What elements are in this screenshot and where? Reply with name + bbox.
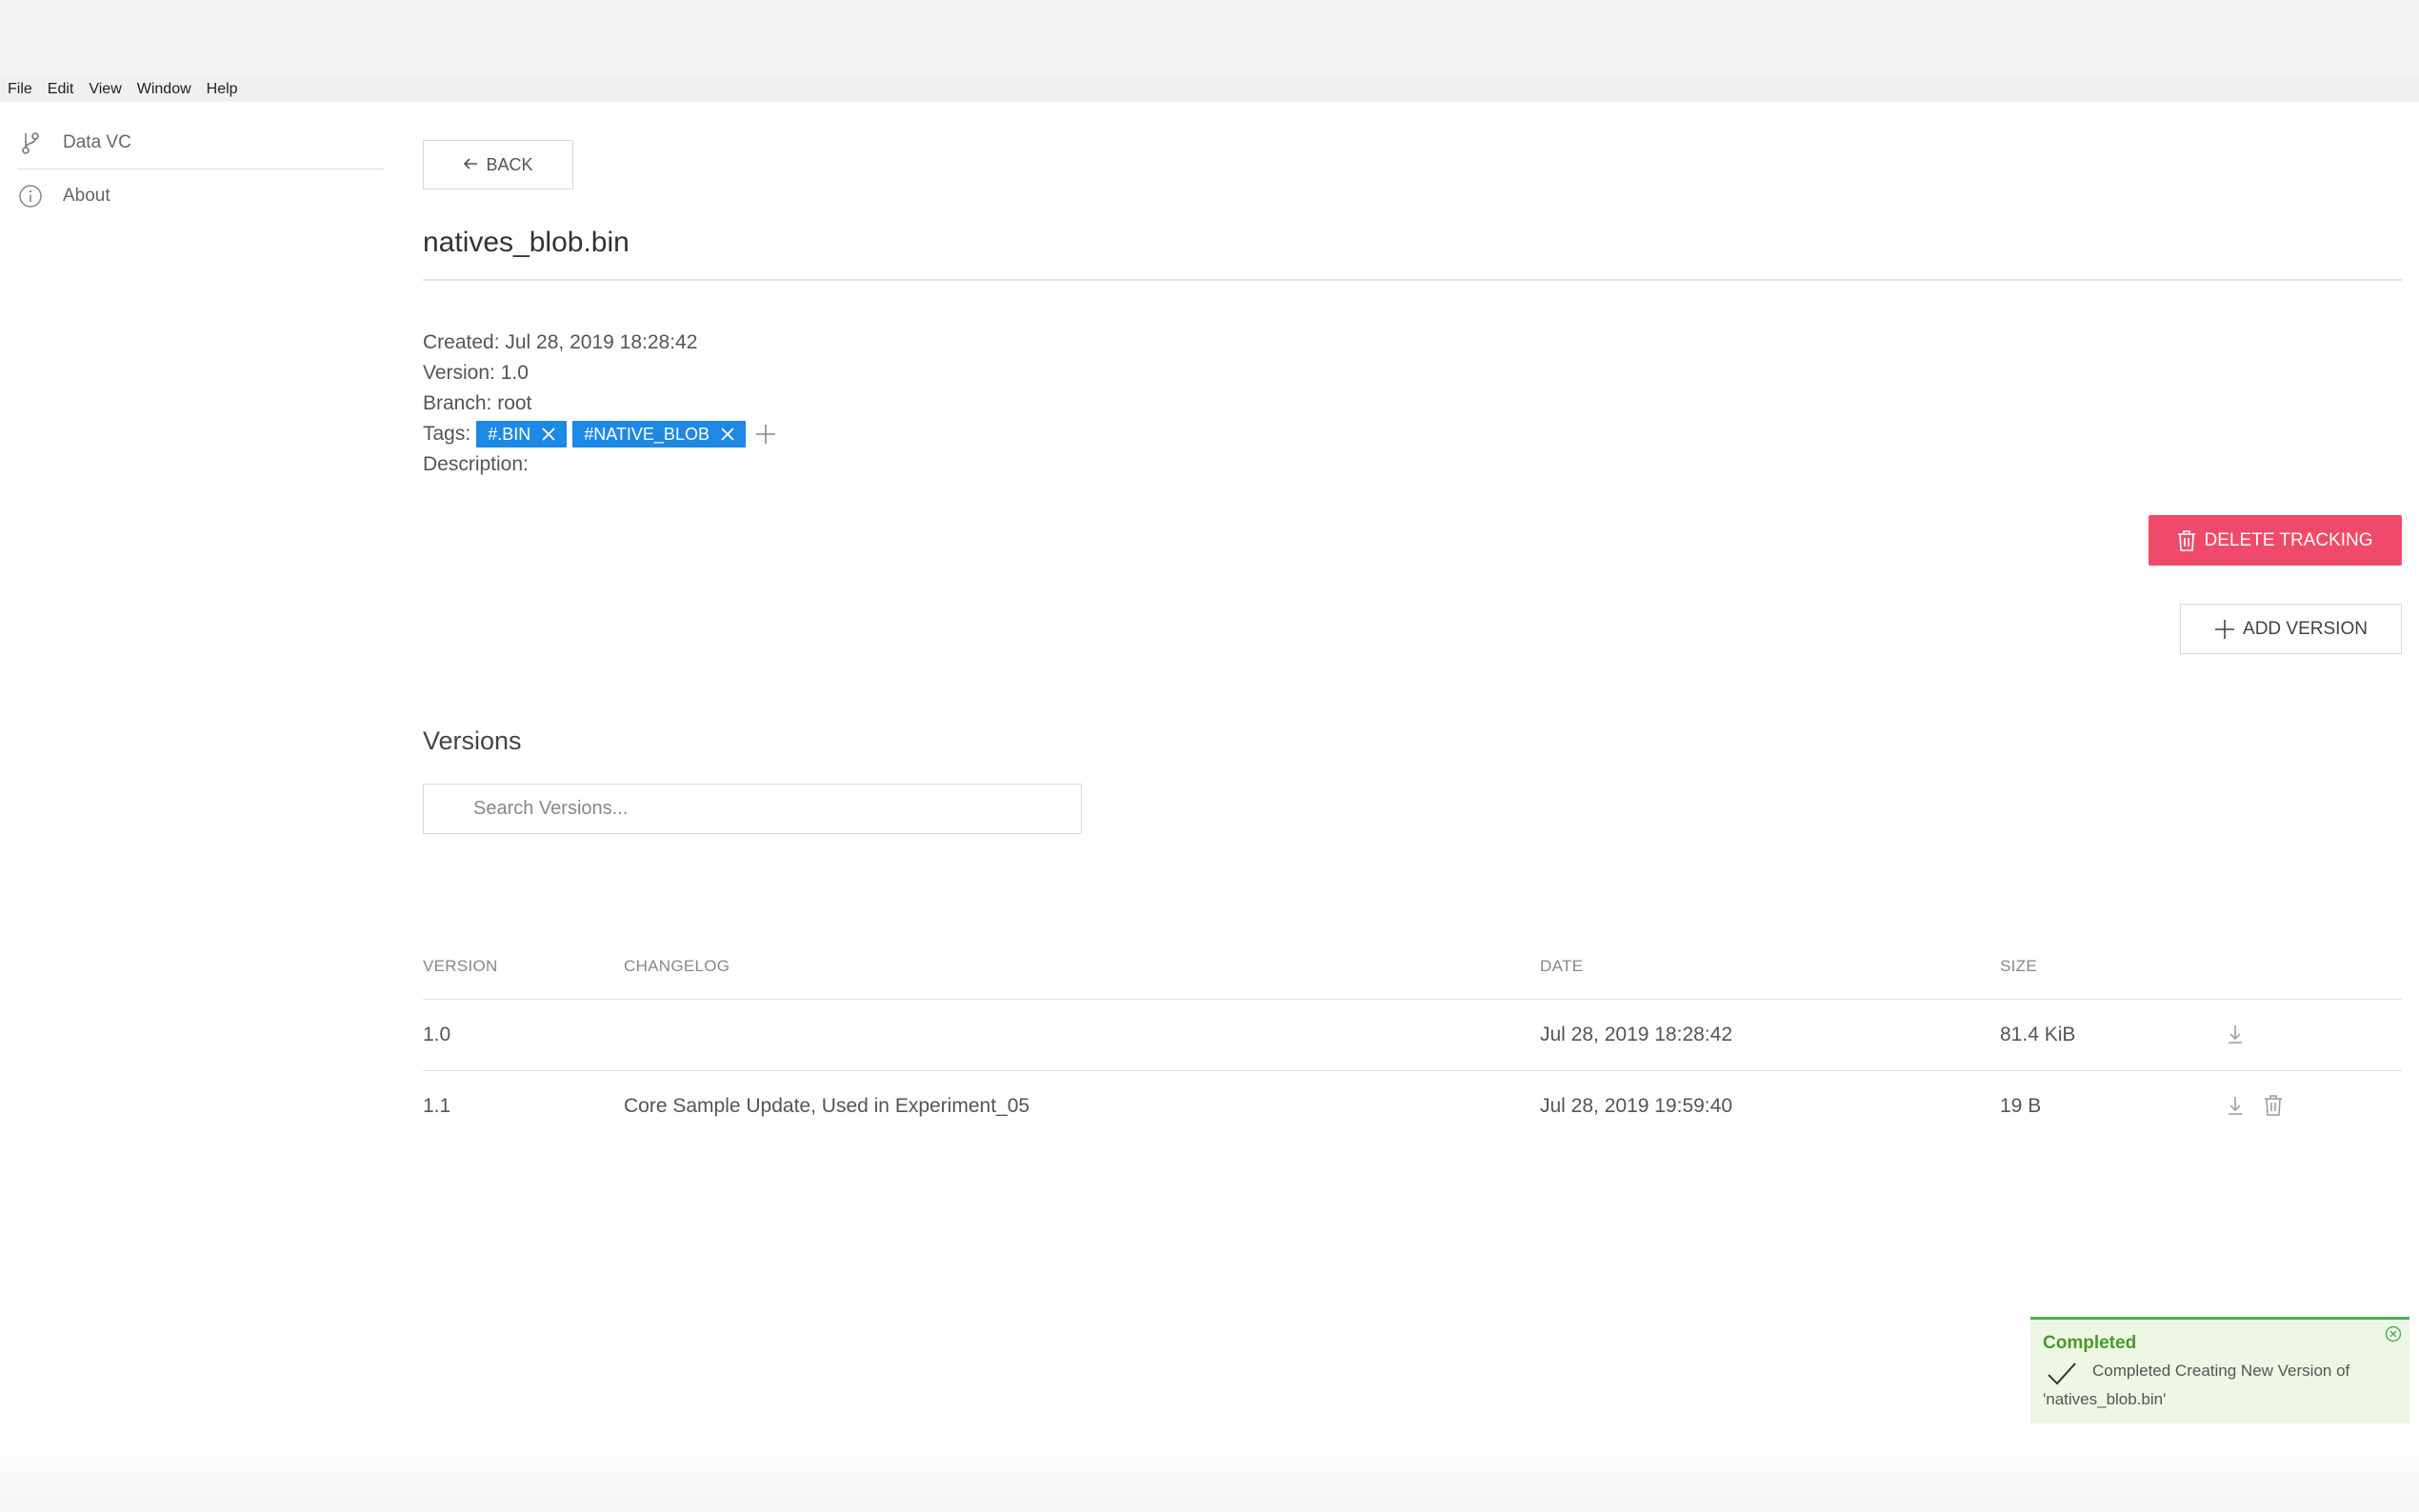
table-row: 1.1 Core Sample Update, Used in Experime… — [423, 1071, 2402, 1143]
tag-label: #NATIVE_BLOB — [584, 425, 710, 444]
row-actions — [2221, 1090, 2297, 1121]
file-metadata: Created: Jul 28, 2019 18:28:42 Version: … — [423, 328, 778, 480]
sidebar: Data VC About — [0, 102, 386, 1435]
close-icon[interactable] — [540, 426, 557, 443]
menu-window[interactable]: Window — [137, 81, 191, 98]
toast-title: Completed — [2043, 1333, 2137, 1353]
add-tag-icon[interactable] — [753, 422, 778, 447]
trash-icon[interactable] — [2259, 1090, 2288, 1121]
column-header-size: SIZE — [2000, 957, 2037, 975]
table-header: VERSION CHANGELOG DATE SIZE — [423, 943, 2402, 1000]
cell-date: Jul 28, 2019 19:59:40 — [1540, 1095, 1733, 1117]
description-label: Description: — [423, 453, 529, 475]
branch-text: Branch: root — [423, 392, 532, 414]
versions-table: VERSION CHANGELOG DATE SIZE 1.0 Jul 28, … — [423, 943, 2402, 1143]
tag-chip[interactable]: #.BIN — [476, 421, 568, 448]
toast-message: Completed Creating New Version of — [2092, 1362, 2350, 1380]
created-text: Created: Jul 28, 2019 18:28:42 — [423, 331, 698, 353]
toast-body: Completed Creating New Version of — [2043, 1362, 2409, 1388]
sidebar-item-label: About — [63, 186, 110, 206]
download-icon[interactable] — [2221, 1090, 2249, 1121]
column-header-date: DATE — [1540, 957, 1584, 975]
back-button[interactable]: BACK — [423, 140, 573, 189]
add-version-button[interactable]: ADD VERSION — [2180, 604, 2402, 654]
cell-size: 19 B — [2000, 1095, 2042, 1117]
trash-icon — [2177, 529, 2196, 552]
notification-toast: Completed Completed Creating New Version… — [2030, 1317, 2409, 1423]
menu-edit[interactable]: Edit — [48, 81, 74, 98]
delete-tracking-label: DELETE TRACKING — [2204, 529, 2373, 550]
search-input[interactable] — [423, 784, 1082, 834]
window-titlebar — [0, 0, 2419, 76]
arrow-left-icon — [463, 155, 478, 175]
menu-bar: File Edit View Window Help — [0, 76, 2419, 102]
version-text: Version: 1.0 — [423, 362, 529, 384]
cell-size: 81.4 KiB — [2000, 1024, 2076, 1045]
close-icon[interactable] — [2385, 1325, 2402, 1343]
cell-version: 1.1 — [423, 1095, 451, 1117]
menu-view[interactable]: View — [89, 81, 121, 98]
tags-label: Tags: — [423, 423, 471, 445]
sidebar-item-about[interactable]: About — [17, 171, 384, 221]
add-version-label: ADD VERSION — [2243, 618, 2368, 639]
menu-file[interactable]: File — [8, 81, 32, 98]
check-icon — [2047, 1362, 2079, 1388]
column-header-changelog: CHANGELOG — [624, 957, 730, 975]
title-divider — [423, 279, 2402, 281]
branch-icon — [17, 129, 44, 156]
sidebar-item-data-vc[interactable]: Data VC — [17, 116, 384, 169]
page-title: natives_blob.bin — [423, 227, 630, 258]
row-actions — [2221, 1019, 2259, 1049]
cell-date: Jul 28, 2019 18:28:42 — [1540, 1024, 1733, 1045]
back-button-label: BACK — [486, 154, 533, 174]
close-icon[interactable] — [719, 426, 736, 443]
versions-heading: Versions — [423, 726, 522, 755]
toast-message-filename: 'natives_blob.bin' — [2043, 1390, 2167, 1408]
menu-help[interactable]: Help — [207, 81, 238, 98]
info-icon — [17, 183, 44, 209]
footer-area — [0, 1428, 2419, 1512]
tag-label: #.BIN — [488, 425, 531, 444]
column-header-version: VERSION — [423, 957, 498, 975]
delete-tracking-button[interactable]: DELETE TRACKING — [2149, 515, 2402, 566]
tag-chip[interactable]: #NATIVE_BLOB — [572, 421, 746, 448]
table-row: 1.0 Jul 28, 2019 18:28:42 81.4 KiB — [423, 1000, 2402, 1071]
tags-row: Tags: #.BIN #NATIVE_BLOB — [423, 419, 778, 449]
cell-version: 1.0 — [423, 1024, 451, 1045]
plus-icon — [2214, 619, 2235, 640]
download-icon[interactable] — [2221, 1019, 2249, 1049]
cell-changelog: Core Sample Update, Used in Experiment_0… — [624, 1095, 1030, 1117]
sidebar-item-label: Data VC — [63, 131, 131, 152]
